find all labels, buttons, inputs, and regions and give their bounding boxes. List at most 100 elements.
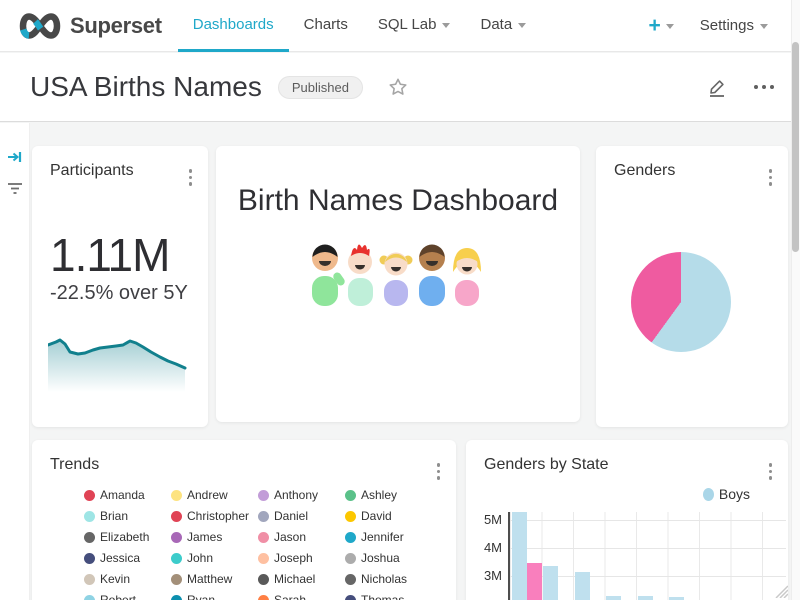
legend-dot bbox=[258, 532, 269, 543]
legend-item[interactable]: James bbox=[171, 530, 258, 544]
legend-dot bbox=[171, 511, 182, 522]
brand-name: Superset bbox=[70, 13, 162, 39]
legend-item[interactable]: Thomas bbox=[345, 593, 432, 600]
legend-item[interactable]: Jennifer bbox=[345, 530, 432, 544]
legend-item[interactable]: Nicholas bbox=[345, 572, 432, 586]
nav-item[interactable]: Data bbox=[465, 0, 541, 52]
y-axis-tick-label: 3M bbox=[466, 568, 502, 584]
genders-card: Genders bbox=[596, 146, 788, 427]
legend-item[interactable]: Andrew bbox=[171, 488, 258, 502]
legend-label: Boys bbox=[719, 486, 750, 502]
favorite-star-icon[interactable] bbox=[387, 76, 409, 98]
legend-item[interactable]: Daniel bbox=[258, 509, 345, 523]
legend-item[interactable]: Kevin bbox=[84, 572, 171, 586]
bar-boys[interactable] bbox=[638, 596, 653, 600]
legend-label: Joshua bbox=[361, 551, 400, 565]
edit-pencil-icon[interactable] bbox=[706, 76, 728, 98]
chevron-down-icon bbox=[442, 23, 450, 28]
legend-item[interactable]: Ashley bbox=[345, 488, 432, 502]
trends-legend: Amanda Andrew Anthony Ashley Brian Chris… bbox=[84, 488, 432, 600]
chart-menu-icon[interactable] bbox=[434, 460, 444, 483]
legend-dot bbox=[171, 553, 182, 564]
bar-boys[interactable] bbox=[606, 596, 621, 600]
legend-item[interactable]: Matthew bbox=[171, 572, 258, 586]
navbar: Superset Dashboards Charts SQL Lab Data … bbox=[0, 0, 800, 52]
legend-label: Thomas bbox=[361, 593, 404, 600]
legend-item[interactable]: Sarah bbox=[258, 593, 345, 600]
gbs-y-axis: 5M4M3M bbox=[466, 512, 502, 596]
legend-item[interactable]: Joseph bbox=[258, 551, 345, 565]
legend-label: Christopher bbox=[187, 509, 249, 523]
legend-item[interactable]: Anthony bbox=[258, 488, 345, 502]
scrollbar-thumb[interactable] bbox=[792, 42, 799, 252]
legend-dot bbox=[171, 532, 182, 543]
nav-item[interactable]: SQL Lab bbox=[363, 0, 466, 52]
legend-item[interactable]: John bbox=[171, 551, 258, 565]
legend-dot bbox=[258, 595, 269, 600]
scrollbar-track[interactable] bbox=[791, 0, 800, 600]
chart-title: Genders by State bbox=[484, 456, 609, 474]
legend-dot bbox=[703, 488, 714, 501]
expand-filter-bar-icon[interactable] bbox=[0, 149, 30, 165]
legend-label: Amanda bbox=[100, 488, 145, 502]
chevron-down-icon bbox=[518, 23, 526, 28]
nav-item[interactable]: Dashboards bbox=[178, 0, 289, 52]
legend-item[interactable]: Robert bbox=[84, 593, 171, 600]
legend-dot bbox=[171, 595, 182, 600]
legend-dot bbox=[345, 511, 356, 522]
legend-label: Elizabeth bbox=[100, 530, 149, 544]
legend-item[interactable]: Elizabeth bbox=[84, 530, 171, 544]
card-resize-handle[interactable] bbox=[770, 580, 788, 598]
bar-boys[interactable] bbox=[575, 572, 590, 600]
gridline bbox=[510, 548, 786, 549]
legend-item[interactable]: Michael bbox=[258, 572, 345, 586]
legend-dot bbox=[84, 574, 95, 585]
legend-item[interactable]: Christopher bbox=[171, 509, 258, 523]
bar-boys[interactable] bbox=[543, 566, 558, 600]
main-nav: Dashboards Charts SQL Lab Data bbox=[178, 0, 541, 52]
legend-item[interactable]: Amanda bbox=[84, 488, 171, 502]
legend-item[interactable]: Jessica bbox=[84, 551, 171, 565]
legend-item[interactable]: Ryan bbox=[171, 593, 258, 600]
new-item-button[interactable]: + bbox=[649, 16, 674, 36]
bar-boys[interactable] bbox=[512, 512, 527, 600]
big-number-subheader: -22.5% over 5Y bbox=[50, 282, 188, 305]
legend-dot bbox=[345, 490, 356, 501]
legend-item[interactable]: Joshua bbox=[345, 551, 432, 565]
legend-label: Michael bbox=[274, 572, 315, 586]
chart-title: Genders bbox=[614, 162, 675, 180]
dashboard-banner-title: Birth Names Dashboard bbox=[216, 184, 580, 218]
nav-item-label: Dashboards bbox=[193, 16, 274, 33]
filter-icon[interactable] bbox=[0, 181, 30, 195]
chart-menu-icon[interactable] bbox=[766, 460, 776, 483]
y-axis-tick-label: 5M bbox=[466, 512, 502, 528]
legend-item[interactable]: Brian bbox=[84, 509, 171, 523]
legend-label: James bbox=[187, 530, 222, 544]
genders-pie[interactable] bbox=[631, 252, 731, 352]
legend-label: Robert bbox=[100, 593, 136, 600]
legend-label: John bbox=[187, 551, 213, 565]
legend-dot bbox=[345, 574, 356, 585]
legend-item[interactable]: David bbox=[345, 509, 432, 523]
bar-girls[interactable] bbox=[527, 563, 542, 600]
chevron-down-icon bbox=[760, 24, 768, 29]
legend-dot bbox=[84, 532, 95, 543]
chart-menu-icon[interactable] bbox=[766, 166, 776, 189]
more-actions-icon[interactable] bbox=[750, 81, 778, 93]
legend-item[interactable]: Jason bbox=[258, 530, 345, 544]
legend-dot bbox=[84, 595, 95, 600]
chart-menu-icon[interactable] bbox=[186, 166, 196, 189]
legend-label: Andrew bbox=[187, 488, 228, 502]
participants-sparkline bbox=[48, 338, 192, 392]
chart-title: Participants bbox=[50, 162, 134, 180]
chevron-down-icon bbox=[666, 24, 674, 29]
legend-item[interactable]: Boys bbox=[703, 486, 750, 502]
legend-label: David bbox=[361, 509, 392, 523]
settings-menu[interactable]: Settings bbox=[700, 17, 768, 34]
legend-dot bbox=[258, 574, 269, 585]
nav-item[interactable]: Charts bbox=[289, 0, 363, 52]
plus-icon: + bbox=[649, 16, 661, 36]
superset-logo[interactable]: Superset bbox=[18, 13, 162, 39]
legend-label: Sarah bbox=[274, 593, 306, 600]
published-badge[interactable]: Published bbox=[278, 76, 363, 99]
